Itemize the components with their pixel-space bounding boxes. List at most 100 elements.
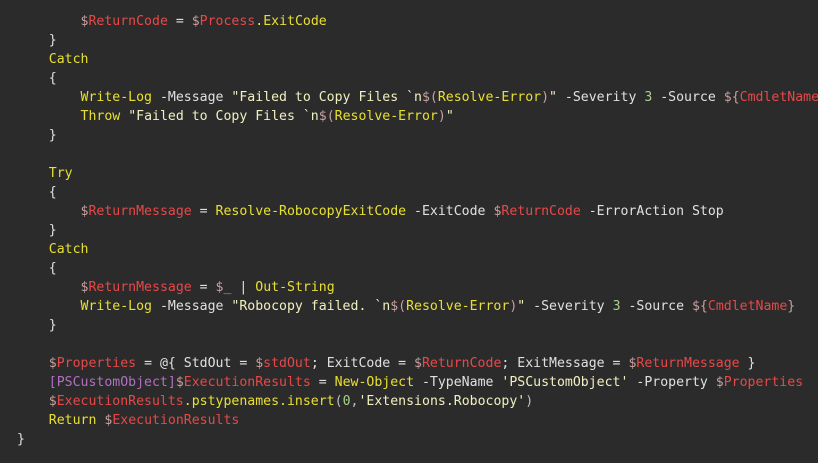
code-token: ) — [437, 109, 446, 124]
code-token: "Robocopy failed. `n — [231, 299, 391, 314]
code-token: = @{ StdOut = — [136, 356, 256, 371]
code-token: ReturnCode — [421, 356, 502, 371]
code-line[interactable]: } — [17, 430, 25, 449]
code-token: ${ — [723, 90, 740, 105]
code-line[interactable]: Catch — [17, 50, 89, 69]
code-line[interactable]: $ExecutionResults.pstypenames.insert(0,'… — [17, 392, 533, 411]
code-token: $ — [715, 375, 724, 390]
code-token: = — [167, 14, 192, 29]
code-line[interactable]: Throw "Failed to Copy Files `n$(Resolve-… — [17, 107, 454, 126]
code-token: $_ — [215, 280, 232, 295]
code-token: CmdletName — [707, 299, 788, 314]
code-line[interactable]: } — [17, 126, 57, 145]
code-token: $ — [414, 356, 422, 371]
code-line[interactable]: } — [17, 221, 57, 240]
code-token: { — [17, 261, 57, 276]
code-token: Write-Log — [80, 299, 152, 314]
code-token: Catch — [48, 52, 89, 67]
code-token: = — [191, 204, 216, 219]
code-line[interactable]: } — [17, 316, 57, 335]
code-token: -Property — [628, 375, 716, 390]
code-token: ; ExitCode = — [310, 356, 415, 371]
code-token: ${ — [691, 299, 708, 314]
code-token: { — [17, 185, 57, 200]
code-token: } — [17, 128, 57, 143]
code-line[interactable]: $ReturnCode = $Process.ExitCode — [17, 12, 327, 31]
code-token: { — [17, 71, 57, 86]
code-line[interactable]: Return $ExecutionResults — [17, 411, 240, 430]
code-token: $ — [48, 394, 57, 409]
code-token: ) — [525, 394, 534, 409]
code-line[interactable]: Write-Log -Message "Robocopy failed. `n $… — [17, 297, 796, 316]
code-token: [PSCustomObject] — [48, 375, 176, 390]
code-token: 'PSCustomObject' — [501, 375, 629, 390]
code-token: Process — [199, 14, 256, 29]
code-token: Properties — [723, 375, 804, 390]
code-line[interactable]: } — [17, 31, 57, 50]
code-line[interactable]: { — [17, 259, 57, 278]
code-line[interactable]: Try — [17, 164, 73, 183]
code-token: ExecutionResults — [183, 375, 311, 390]
code-token: Return — [48, 413, 97, 428]
code-token: } — [17, 223, 57, 238]
code-line[interactable]: { — [17, 183, 57, 202]
code-token: -Severity — [556, 90, 645, 105]
code-token: Resolve-Error — [406, 299, 510, 314]
code-token: ExecutionResults — [112, 413, 240, 428]
code-token: $ — [255, 356, 264, 371]
code-token: "Failed to Copy Files `n — [128, 109, 319, 124]
code-token: -Message — [152, 90, 232, 105]
code-token: Resolve-Error — [437, 90, 542, 105]
code-token: } — [17, 432, 25, 447]
code-line[interactable]: $ReturnMessage = Resolve-RobocopyExitCod… — [17, 202, 724, 221]
code-token: -TypeName — [414, 375, 502, 390]
code-line[interactable]: Write-Log -Message "Failed to Copy Files… — [17, 88, 818, 107]
code-token: Try — [48, 166, 73, 181]
code-line[interactable]: { — [17, 69, 57, 88]
code-token: stdOut — [263, 356, 311, 371]
code-token: $( — [421, 90, 438, 105]
code-token: | — [231, 280, 256, 295]
code-token: } — [739, 356, 756, 371]
code-token: ReturnMessage — [636, 356, 740, 371]
code-token: ReturnCode — [501, 204, 581, 219]
code-token: Out-String — [255, 280, 335, 295]
code-token: = — [191, 280, 216, 295]
code-token: ) — [541, 90, 550, 105]
code-token: Resolve-Error — [334, 109, 438, 124]
code-token: -ExitCode — [406, 204, 494, 219]
code-token: Catch — [48, 242, 89, 257]
code-token: $ — [175, 375, 184, 390]
code-token: -Message — [152, 299, 232, 314]
code-token: ReturnMessage — [88, 204, 192, 219]
code-token: Throw — [80, 109, 121, 124]
code-line[interactable]: $Properties = @{ StdOut = $stdOut; ExitC… — [17, 354, 756, 373]
code-line[interactable]: $ReturnMessage = $_ | Out-String — [17, 278, 335, 297]
code-token: CmdletName — [739, 90, 818, 105]
code-token: = — [310, 375, 335, 390]
code-token: Properties — [56, 356, 137, 371]
code-token: } — [787, 299, 796, 314]
code-token: -Source — [652, 90, 724, 105]
code-editor[interactable]: $ReturnCode = $Process.ExitCode } Catch … — [0, 0, 818, 463]
code-token: 'Extensions.Robocopy' — [358, 394, 526, 409]
code-token: Write-Log — [80, 90, 152, 105]
code-line[interactable]: Catch — [17, 240, 89, 259]
code-line[interactable]: [PSCustomObject]$ExecutionResults = New-… — [17, 373, 803, 392]
code-token: 3 — [612, 299, 621, 314]
code-token: 0 — [342, 394, 351, 409]
code-token: .pstypenames.insert — [183, 394, 335, 409]
code-token: " — [445, 109, 454, 124]
code-token: } — [17, 33, 57, 48]
